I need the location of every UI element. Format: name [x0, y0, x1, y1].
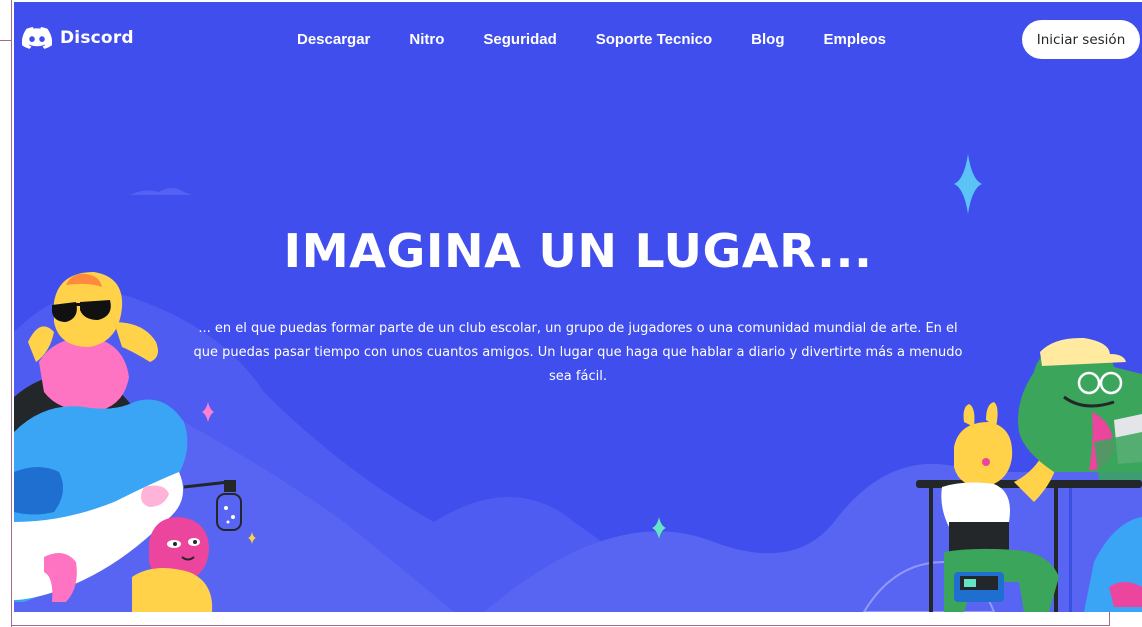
- discord-logo-icon: [22, 27, 52, 49]
- frame-border-tick: [0, 40, 11, 41]
- dino-character: [1018, 337, 1142, 480]
- hero-illustration: [14, 154, 1142, 612]
- nav-link-seguridad[interactable]: Seguridad: [483, 31, 556, 48]
- sparkle-large-icon: [954, 154, 982, 214]
- nav-link-blog[interactable]: Blog: [751, 31, 784, 48]
- frame-border-left: [11, 0, 12, 627]
- main-nav: Descargar Nitro Seguridad Soporte Tecnic…: [297, 31, 886, 48]
- discord-logo-link[interactable]: Discord: [22, 27, 134, 49]
- frame-border-right: [1109, 612, 1110, 626]
- frame-border-bottom: [11, 625, 1110, 626]
- nav-link-nitro[interactable]: Nitro: [409, 31, 444, 48]
- hero-headline: IMAGINA UN LUGAR...: [283, 224, 873, 278]
- hero-section: Discord Descargar Nitro Seguridad Soport…: [14, 2, 1142, 612]
- nav-link-soporte-tecnico[interactable]: Soporte Tecnico: [596, 31, 712, 48]
- login-button[interactable]: Iniciar sesión: [1022, 20, 1140, 59]
- brand-name: Discord: [60, 28, 134, 48]
- hero-description: ... en el que puedas formar parte de un …: [193, 321, 963, 384]
- nav-link-empleos[interactable]: Empleos: [823, 31, 886, 48]
- page-frame: Discord Descargar Nitro Seguridad Soport…: [0, 0, 1142, 627]
- right-edge-shoe: [1109, 582, 1142, 607]
- cloud-shape: [130, 188, 192, 195]
- nav-link-descargar[interactable]: Descargar: [297, 31, 370, 48]
